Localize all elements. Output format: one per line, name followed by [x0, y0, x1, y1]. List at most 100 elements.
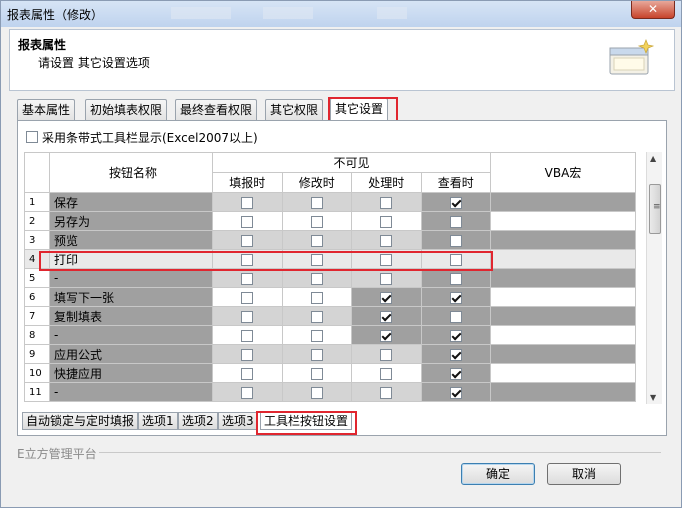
- visibility-cell[interactable]: [351, 344, 422, 364]
- visibility-cell[interactable]: [212, 325, 283, 345]
- button-name-cell[interactable]: 填写下一张: [49, 287, 213, 307]
- visibility-cell[interactable]: [281, 306, 352, 326]
- visibility-cell[interactable]: [420, 249, 491, 269]
- unchecked-checkbox[interactable]: [380, 272, 393, 285]
- visibility-cell[interactable]: [281, 249, 352, 269]
- visibility-cell[interactable]: [281, 268, 352, 288]
- tab-basic-properties[interactable]: 基本属性: [17, 99, 76, 120]
- visibility-cell[interactable]: [420, 306, 491, 326]
- close-button[interactable]: ✕: [631, 1, 675, 19]
- unchecked-checkbox[interactable]: [241, 310, 254, 323]
- unchecked-checkbox[interactable]: [241, 386, 254, 399]
- unchecked-checkbox[interactable]: [241, 329, 254, 342]
- unchecked-checkbox[interactable]: [310, 272, 323, 285]
- visibility-cell[interactable]: [351, 211, 422, 231]
- visibility-cell[interactable]: [281, 230, 352, 250]
- table-row[interactable]: 10 快捷应用: [24, 363, 636, 383]
- button-name-cell[interactable]: 复制填表: [49, 306, 213, 326]
- unchecked-checkbox[interactable]: [380, 367, 393, 380]
- unchecked-checkbox[interactable]: [310, 291, 323, 304]
- ok-button[interactable]: 确定: [461, 463, 535, 485]
- visibility-cell[interactable]: [351, 325, 422, 345]
- unchecked-checkbox[interactable]: [310, 215, 323, 228]
- button-name-cell[interactable]: -: [49, 325, 213, 345]
- visibility-cell[interactable]: [351, 306, 422, 326]
- tab-final-view-permission[interactable]: 最终查看权限: [175, 99, 258, 120]
- visibility-cell[interactable]: [420, 230, 491, 250]
- scroll-thumb[interactable]: ≡: [649, 184, 661, 234]
- visibility-cell[interactable]: [281, 192, 352, 212]
- table-row[interactable]: 2 另存为: [24, 211, 636, 231]
- unchecked-checkbox[interactable]: [310, 348, 323, 361]
- checked-checkbox[interactable]: [449, 367, 462, 380]
- table-row[interactable]: 1 保存: [24, 192, 636, 212]
- unchecked-checkbox[interactable]: [380, 215, 393, 228]
- scroll-up-icon[interactable]: ▲: [650, 154, 656, 163]
- table-row[interactable]: 9 应用公式: [24, 344, 636, 364]
- visibility-cell[interactable]: [212, 249, 283, 269]
- button-name-cell[interactable]: 预览: [49, 230, 213, 250]
- visibility-cell[interactable]: [281, 363, 352, 383]
- unchecked-checkbox[interactable]: [241, 348, 254, 361]
- table-row[interactable]: 8-: [24, 325, 636, 345]
- unchecked-checkbox[interactable]: [241, 196, 254, 209]
- visibility-cell[interactable]: [420, 211, 491, 231]
- visibility-cell[interactable]: [351, 249, 422, 269]
- unchecked-checkbox[interactable]: [310, 196, 323, 209]
- unchecked-checkbox[interactable]: [449, 253, 462, 266]
- checked-checkbox[interactable]: [449, 291, 462, 304]
- unchecked-checkbox[interactable]: [449, 215, 462, 228]
- unchecked-checkbox[interactable]: [449, 234, 462, 247]
- tab-initial-fill-permission[interactable]: 初始填表权限: [85, 99, 168, 120]
- table-row[interactable]: 5-: [24, 268, 636, 288]
- toolbar-style-checkbox[interactable]: [26, 131, 38, 143]
- checked-checkbox[interactable]: [449, 386, 462, 399]
- visibility-cell[interactable]: [420, 287, 491, 307]
- visibility-cell[interactable]: [281, 325, 352, 345]
- visibility-cell[interactable]: [420, 325, 491, 345]
- visibility-cell[interactable]: [351, 230, 422, 250]
- unchecked-checkbox[interactable]: [310, 253, 323, 266]
- button-name-cell[interactable]: -: [49, 268, 213, 288]
- visibility-cell[interactable]: [420, 268, 491, 288]
- visibility-cell[interactable]: [420, 344, 491, 364]
- unchecked-checkbox[interactable]: [380, 386, 393, 399]
- vba-macro-cell[interactable]: [490, 306, 636, 326]
- button-name-cell[interactable]: 应用公式: [49, 344, 213, 364]
- subtab-option3[interactable]: 选项3: [218, 412, 258, 430]
- unchecked-checkbox[interactable]: [310, 234, 323, 247]
- unchecked-checkbox[interactable]: [380, 234, 393, 247]
- table-row[interactable]: 3 预览: [24, 230, 636, 250]
- visibility-cell[interactable]: [212, 306, 283, 326]
- unchecked-checkbox[interactable]: [310, 367, 323, 380]
- table-row[interactable]: 11-: [24, 382, 636, 402]
- subtab-option2[interactable]: 选项2: [178, 412, 218, 430]
- subtab-option1[interactable]: 选项1: [138, 412, 178, 430]
- tab-other-permissions[interactable]: 其它权限: [265, 99, 324, 120]
- subtab-auto-lock[interactable]: 自动锁定与定时填报: [22, 412, 139, 430]
- visibility-cell[interactable]: [351, 382, 422, 402]
- vba-macro-cell[interactable]: [490, 287, 636, 307]
- button-name-cell[interactable]: 打印: [49, 249, 213, 269]
- visibility-cell[interactable]: [212, 268, 283, 288]
- unchecked-checkbox[interactable]: [380, 348, 393, 361]
- unchecked-checkbox[interactable]: [310, 329, 323, 342]
- unchecked-checkbox[interactable]: [241, 253, 254, 266]
- visibility-cell[interactable]: [351, 268, 422, 288]
- button-name-cell[interactable]: 另存为: [49, 211, 213, 231]
- unchecked-checkbox[interactable]: [310, 386, 323, 399]
- button-name-cell[interactable]: -: [49, 382, 213, 402]
- checked-checkbox[interactable]: [380, 310, 393, 323]
- unchecked-checkbox[interactable]: [310, 310, 323, 323]
- grid-scrollbar[interactable]: ▲ ≡ ▼: [646, 152, 662, 404]
- button-name-cell[interactable]: 保存: [49, 192, 213, 212]
- visibility-cell[interactable]: [351, 287, 422, 307]
- visibility-cell[interactable]: [351, 192, 422, 212]
- visibility-cell[interactable]: [420, 192, 491, 212]
- visibility-cell[interactable]: [212, 382, 283, 402]
- visibility-cell[interactable]: [212, 287, 283, 307]
- visibility-cell[interactable]: [212, 344, 283, 364]
- button-name-cell[interactable]: 快捷应用: [49, 363, 213, 383]
- checked-checkbox[interactable]: [380, 329, 393, 342]
- visibility-cell[interactable]: [212, 211, 283, 231]
